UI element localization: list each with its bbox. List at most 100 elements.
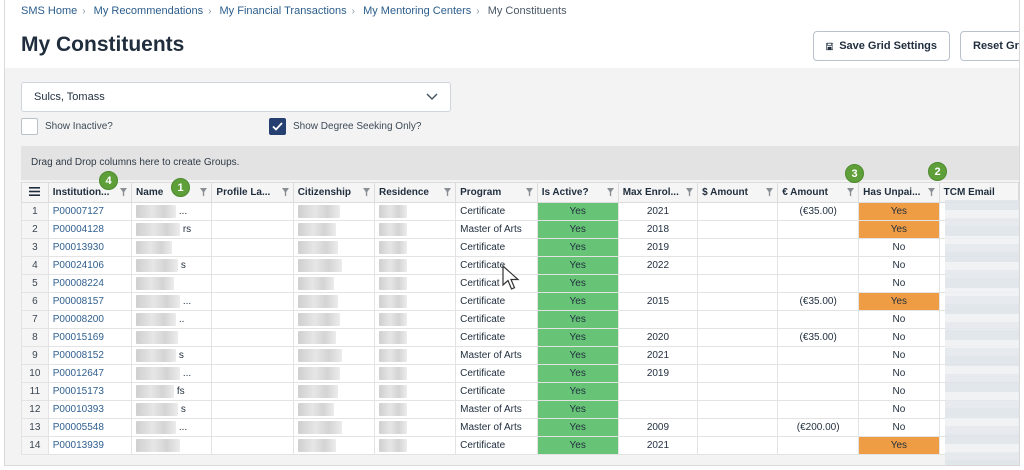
has-unpaid-cell: No — [858, 328, 940, 347]
filter-icon[interactable] — [281, 188, 289, 197]
citizenship-cell — [292, 346, 375, 365]
institution-id-link[interactable]: P00012647 — [47, 364, 133, 383]
institution-id-link[interactable]: P00024106 — [47, 256, 133, 275]
table-row[interactable]: 9 P00008152 s Master of Arts Yes 2021 No — [21, 346, 1019, 365]
institution-id-link[interactable]: P00015173 — [47, 382, 133, 401]
eur-amount-cell: (€35.00) — [777, 202, 860, 221]
show-inactive-label: Show Inactive? — [45, 121, 113, 132]
institution-id-link[interactable]: P00007127 — [47, 202, 133, 221]
group-drop-zone-text: Drag and Drop columns here to create Gro… — [31, 157, 240, 168]
breadcrumb-my-mentoring-centers[interactable]: My Mentoring Centers — [363, 5, 471, 17]
profile-language-cell — [211, 400, 294, 419]
institution-id-link[interactable]: P00005548 — [47, 418, 133, 437]
name-cell — [131, 436, 213, 455]
filter-icon[interactable] — [686, 188, 694, 197]
filter-icon[interactable] — [120, 188, 128, 197]
app-frame: SMS Home › My Recommendations › My Financi… — [4, 0, 1020, 466]
column-header-institution[interactable]: Institution... — [47, 182, 133, 203]
table-row[interactable]: 14 P00013939 Certificate Yes 2021 Yes — [21, 436, 1019, 455]
redacted-residence — [378, 331, 407, 344]
filter-icon[interactable] — [200, 188, 208, 197]
constituent-select[interactable]: Sulcs, Tomass — [21, 82, 451, 112]
usd-amount-cell — [697, 292, 779, 311]
redacted-citizenship — [297, 241, 338, 254]
institution-id-link[interactable]: P00010393 — [47, 400, 133, 419]
table-row[interactable]: 6 P00008157 ... Certificate Yes 2015 (€35.00)… — [21, 292, 1019, 311]
table-row[interactable]: 3 P00013930 Certificate Yes 2019 No — [21, 238, 1019, 257]
institution-id-link[interactable]: P00008200 — [47, 310, 133, 329]
filter-icon[interactable] — [847, 188, 855, 197]
column-header-citizenship[interactable]: Citizenship — [292, 182, 375, 203]
table-row[interactable]: 10 P00012647 ... Certificate Yes 2019 No — [21, 364, 1019, 383]
table-row[interactable]: 8 P00015169 Certificate Yes 2020 (€35.00) No — [21, 328, 1019, 347]
usd-amount-cell — [697, 238, 779, 257]
row-number: 4 — [21, 256, 49, 275]
table-row[interactable]: 1 P00007127 ... Certificate Yes 2021 (€35.00)… — [21, 202, 1019, 221]
row-number: 10 — [21, 364, 49, 383]
table-row[interactable]: 4 P00024106 s Certificate Yes 2022 No — [21, 256, 1019, 275]
residence-cell — [373, 220, 457, 239]
show-degree-checkbox[interactable] — [269, 118, 286, 135]
column-header-residence[interactable]: Residence — [373, 182, 457, 203]
is-active-cell: Yes — [536, 274, 619, 293]
profile-language-cell — [211, 346, 294, 365]
column-header-eur-amount[interactable]: € Amount — [777, 182, 860, 203]
row-number: 2 — [21, 220, 49, 239]
filter-icon[interactable] — [766, 188, 774, 197]
breadcrumb-sms-home[interactable]: SMS Home — [21, 5, 77, 17]
filter-icon[interactable] — [444, 188, 452, 197]
filter-icon[interactable] — [362, 188, 370, 197]
column-header-max-enrollment[interactable]: Max Enrol... — [617, 182, 699, 203]
eur-amount-cell — [777, 220, 860, 239]
checkmark-icon — [272, 122, 283, 131]
column-menu[interactable] — [21, 182, 49, 203]
filter-icon[interactable] — [606, 188, 614, 197]
reset-grid-button[interactable]: Reset Gric — [960, 31, 1019, 61]
institution-id-link[interactable]: P00004128 — [47, 220, 133, 239]
redacted-name — [136, 277, 175, 290]
is-active-cell: Yes — [536, 364, 619, 383]
residence-cell — [373, 346, 457, 365]
table-row[interactable]: 11 P00015173 fs Certificate Yes No — [21, 382, 1019, 401]
table-row[interactable]: 5 P00008224 Certificat Yes No — [21, 274, 1019, 293]
citizenship-cell — [292, 328, 375, 347]
column-header-is-active[interactable]: Is Active? — [536, 182, 619, 203]
institution-id-link[interactable]: P00013939 — [47, 436, 133, 455]
program-cell: Certificate — [455, 256, 538, 275]
column-header-program[interactable]: Program — [455, 182, 538, 203]
max-enrollment-cell: 2021 — [617, 202, 699, 221]
institution-id-link[interactable]: P00008152 — [47, 346, 133, 365]
breadcrumb-current: My Constituents — [487, 5, 567, 17]
callout-marker: 1 — [171, 178, 190, 197]
column-header-has-unpaid[interactable]: Has Unpai... — [858, 182, 940, 203]
citizenship-cell — [292, 202, 375, 221]
group-drop-zone[interactable]: Drag and Drop columns here to create Gro… — [21, 146, 1019, 180]
show-inactive-checkbox[interactable] — [21, 118, 38, 135]
name-cell — [131, 238, 213, 257]
filter-icon[interactable] — [525, 188, 533, 197]
column-header-usd-amount[interactable]: $ Amount — [697, 182, 779, 203]
is-active-cell: Yes — [536, 238, 619, 257]
citizenship-cell — [292, 292, 375, 311]
institution-id-link[interactable]: P00015169 — [47, 328, 133, 347]
profile-language-cell — [211, 418, 294, 437]
is-active-cell: Yes — [536, 400, 619, 419]
column-header-profile-language[interactable]: Profile La... — [211, 182, 294, 203]
breadcrumb-separator-icon: › — [476, 6, 480, 17]
institution-id-link[interactable]: P00013930 — [47, 238, 133, 257]
table-row[interactable]: 13 P00005548 ... Master of Arts Yes 2009 (€20… — [21, 418, 1019, 437]
institution-id-link[interactable]: P00008224 — [47, 274, 133, 293]
usd-amount-cell — [697, 220, 779, 239]
redacted-residence — [378, 313, 407, 326]
is-active-cell: Yes — [536, 328, 619, 347]
chevron-down-icon — [426, 93, 438, 101]
save-grid-settings-button[interactable]: Save Grid Settings — [813, 31, 950, 61]
table-row[interactable]: 2 P00004128 rs Master of Arts Yes 2018 Yes — [21, 220, 1019, 239]
citizenship-cell — [292, 274, 375, 293]
filter-icon[interactable] — [927, 188, 935, 197]
breadcrumb-my-financial-transactions[interactable]: My Financial Transactions — [220, 5, 347, 17]
table-row[interactable]: 12 P00010393 s Master of Arts Yes No — [21, 400, 1019, 419]
breadcrumb-my-recommendations[interactable]: My Recommendations — [94, 5, 203, 17]
table-row[interactable]: 7 P00008200 .. Certificate Yes No — [21, 310, 1019, 329]
institution-id-link[interactable]: P00008157 — [47, 292, 133, 311]
